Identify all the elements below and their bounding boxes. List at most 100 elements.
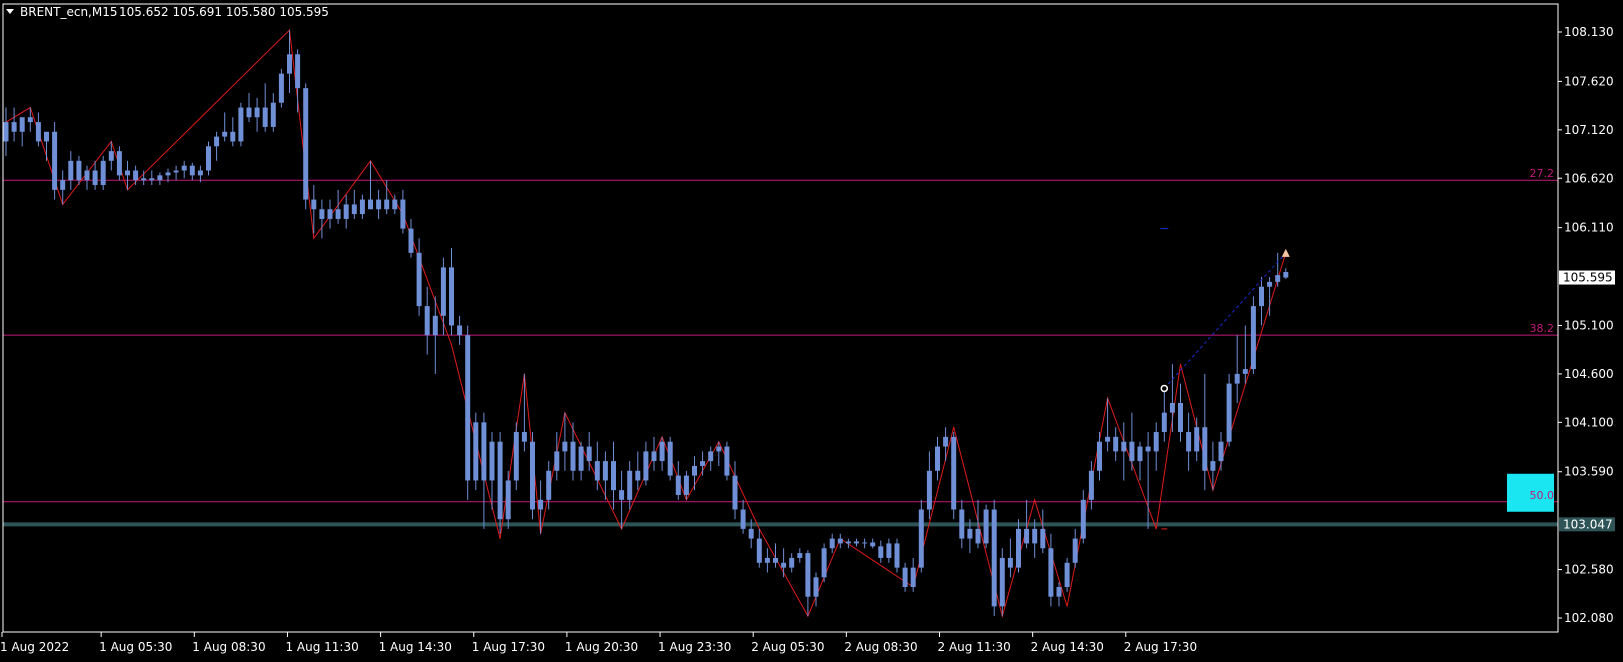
candle-body [813, 577, 819, 597]
candle-body [611, 461, 616, 491]
candle-body [943, 436, 949, 447]
candle-body [335, 209, 341, 219]
candle [68, 151, 74, 190]
candle [1113, 427, 1119, 462]
price-tick-label: 102.580 [1564, 563, 1614, 577]
candle-body [1007, 557, 1013, 568]
candle-body [1145, 446, 1151, 452]
candle [35, 112, 41, 147]
time-tick-label: 1 Aug 23:30 [658, 640, 731, 654]
zigzag-indicator [5, 28, 1287, 618]
candle-body [1129, 441, 1135, 462]
time-tick-label: 1 Aug 05:30 [99, 640, 172, 654]
candle [667, 436, 673, 481]
candle-body [708, 451, 714, 462]
candle-body [878, 546, 884, 558]
candle-body [1202, 427, 1208, 471]
candle-body [1275, 275, 1281, 282]
candle [173, 165, 179, 181]
candle-body [546, 470, 552, 500]
candle [1040, 509, 1046, 554]
candle [821, 543, 827, 583]
price-tick-label: 103.590 [1564, 465, 1614, 479]
candle [1283, 268, 1289, 279]
candle [756, 528, 762, 568]
candle [554, 432, 560, 481]
candle-body [165, 172, 171, 176]
candle-body [108, 151, 114, 161]
candle [1226, 373, 1232, 447]
candle [740, 499, 746, 534]
candle [951, 432, 957, 520]
candle [189, 162, 195, 181]
candle [635, 451, 641, 491]
chart-window[interactable]: 27.2 38.2 50.0 50.0 108.130 107.620 107.120 1… [0, 0, 1623, 662]
candle-body [278, 73, 284, 103]
symbol-menu-icon[interactable] [6, 9, 14, 14]
candle [440, 257, 446, 336]
candle [1194, 417, 1200, 462]
candle [351, 189, 357, 219]
candle-body [424, 306, 430, 336]
candle [1137, 441, 1143, 481]
candle-body [481, 422, 487, 481]
candle-body [100, 160, 106, 186]
price-chart[interactable]: 27.2 38.2 50.0 50.0 108.130 107.620 107.120 1… [0, 0, 1623, 662]
candle-body [1153, 432, 1159, 452]
overlays: 50.0 [1160, 228, 1554, 530]
candle-body [84, 170, 90, 181]
support-price-label: 103.047 [1563, 517, 1613, 531]
candle [303, 83, 309, 210]
candle [1259, 277, 1264, 326]
candle-body [999, 557, 1005, 607]
candle-body [125, 170, 130, 176]
candle [959, 499, 965, 549]
candle-body [489, 441, 495, 481]
candle [651, 436, 657, 471]
candle [465, 325, 471, 500]
candle [287, 30, 292, 94]
candle-body [756, 538, 762, 563]
candle [894, 538, 900, 573]
candle-body [270, 102, 276, 127]
candle [1234, 335, 1240, 403]
candle [643, 441, 649, 486]
candle-body [262, 107, 268, 127]
candle [327, 199, 333, 229]
candle [1097, 432, 1102, 481]
candle [797, 548, 803, 563]
candle-body [1072, 538, 1078, 563]
candle-body [805, 553, 811, 597]
price-tick-label: 105.100 [1564, 318, 1614, 332]
zigzag-vertex [1066, 605, 1068, 607]
time-tick-label: 1 Aug 20:30 [565, 640, 638, 654]
candle-body [343, 204, 349, 219]
candle [278, 68, 284, 108]
candle [570, 422, 576, 481]
candle-body [1137, 446, 1143, 462]
candle-body [3, 122, 9, 142]
time-tick-label: 1 Aug 2022 [0, 640, 69, 654]
candle [943, 427, 949, 462]
candle [181, 160, 187, 179]
candle [902, 562, 908, 592]
candle-body [1040, 528, 1046, 549]
price-tick-label: 107.620 [1564, 74, 1614, 88]
candle [100, 155, 106, 190]
candle-body [991, 509, 997, 607]
price-tick-label: 106.620 [1564, 171, 1614, 185]
candle-body [1161, 412, 1167, 433]
candle-body [959, 509, 965, 539]
candle [424, 286, 430, 355]
candle-body [246, 107, 252, 118]
candle [1186, 412, 1192, 471]
candle-body [651, 451, 657, 462]
candles [3, 30, 1289, 617]
candle [254, 97, 260, 132]
candle [246, 93, 252, 123]
candle [44, 131, 49, 161]
candle [222, 112, 228, 142]
fibo-level-label: 27.2 [1530, 167, 1555, 180]
candle [497, 432, 503, 534]
candle [84, 165, 90, 190]
